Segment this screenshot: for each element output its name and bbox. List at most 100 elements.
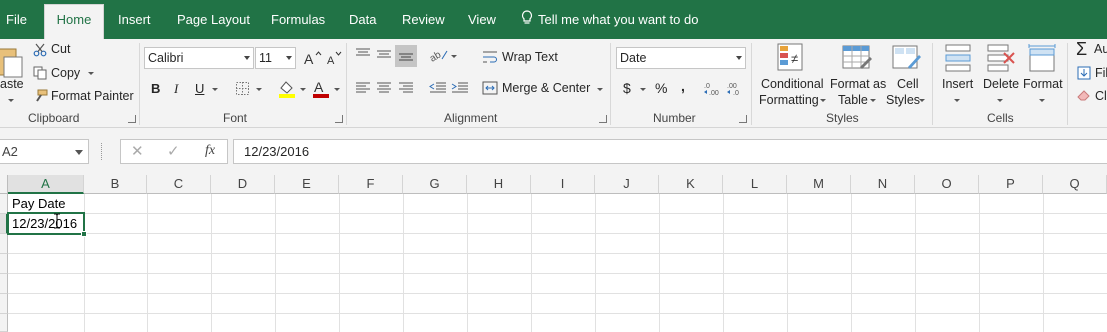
currency-dropdown-icon[interactable] <box>640 88 646 91</box>
align-top-icon[interactable] <box>355 47 371 64</box>
worksheet-grid[interactable]: A B C D E F G H I J K L M N O P Q Pay Da… <box>0 175 1107 332</box>
font-color-dropdown-icon[interactable] <box>334 88 340 91</box>
insert-cells-dropdown-icon[interactable] <box>954 99 960 102</box>
row-header-1[interactable] <box>0 194 8 214</box>
tab-file[interactable]: File <box>6 5 27 35</box>
column-header-f[interactable]: F <box>339 175 403 194</box>
format-painter-button[interactable]: Format Painter <box>51 89 134 103</box>
decrease-indent-icon[interactable] <box>429 81 447 98</box>
column-header-p[interactable]: P <box>979 175 1043 194</box>
align-center-icon[interactable] <box>376 81 392 98</box>
copy-button[interactable]: Copy <box>51 66 80 80</box>
copy-dropdown-icon[interactable] <box>88 72 94 75</box>
format-as-table-dropdown-icon[interactable] <box>870 99 876 102</box>
tab-home[interactable]: Home <box>44 4 104 39</box>
increase-indent-icon[interactable] <box>451 81 469 98</box>
fill-color-dropdown-icon[interactable] <box>300 88 306 91</box>
wrap-text-button[interactable]: Wrap Text <box>502 50 558 64</box>
increase-decimal-icon[interactable]: .0.00 <box>704 80 722 99</box>
column-header-e[interactable]: E <box>275 175 339 194</box>
tab-view[interactable]: View <box>468 5 496 35</box>
column-header-n[interactable]: N <box>851 175 915 194</box>
paste-dropdown-icon[interactable] <box>8 99 14 102</box>
font-color-icon[interactable]: A <box>312 79 330 102</box>
align-bottom-icon[interactable] <box>398 47 414 66</box>
name-box[interactable]: A2 <box>0 139 89 164</box>
borders-dropdown-icon[interactable] <box>256 88 262 91</box>
increase-font-size-icon[interactable]: A <box>303 50 323 69</box>
cell-styles-dropdown-icon[interactable] <box>919 99 925 102</box>
fill-down-icon[interactable] <box>1077 66 1091 83</box>
bold-button[interactable]: B <box>151 81 160 96</box>
cell-styles-label-1[interactable]: Cell <box>897 77 919 91</box>
tab-insert[interactable]: Insert <box>118 5 151 35</box>
tab-review[interactable]: Review <box>402 5 445 35</box>
underline-button[interactable]: U <box>195 81 204 96</box>
column-header-m[interactable]: M <box>787 175 851 194</box>
column-header-g[interactable]: G <box>403 175 467 194</box>
underline-dropdown-icon[interactable] <box>212 88 218 91</box>
column-header-a[interactable]: A <box>8 175 84 194</box>
eraser-icon[interactable] <box>1077 89 1091 104</box>
formula-bar-grip[interactable] <box>101 143 104 160</box>
merge-dropdown-icon[interactable] <box>597 88 603 91</box>
font-name-select[interactable]: Calibri <box>144 47 254 69</box>
tab-formulas[interactable]: Formulas <box>271 5 325 35</box>
merge-center-button[interactable]: Merge & Center <box>502 81 590 95</box>
align-right-icon[interactable] <box>398 81 414 98</box>
cell-styles-label-2[interactable]: Styles <box>886 93 920 107</box>
decrease-decimal-icon[interactable]: .00.0 <box>727 80 745 99</box>
conditional-formatting-label-2[interactable]: Formatting <box>759 93 819 107</box>
row-header-7[interactable] <box>0 314 8 332</box>
row-header-4[interactable] <box>0 254 8 274</box>
paste-button-label[interactable]: aste <box>0 77 24 91</box>
column-header-l[interactable]: L <box>723 175 787 194</box>
column-header-q[interactable]: Q <box>1043 175 1107 194</box>
format-as-table-label-1[interactable]: Format as <box>830 77 886 91</box>
fill-color-icon[interactable] <box>278 79 296 102</box>
column-header-b[interactable]: B <box>84 175 147 194</box>
chevron-down-icon[interactable] <box>75 150 83 155</box>
orientation-dropdown-icon[interactable] <box>451 55 457 58</box>
font-size-select[interactable]: 11 <box>255 47 296 69</box>
fill-label[interactable]: Fil <box>1095 66 1107 80</box>
borders-icon[interactable] <box>235 81 251 100</box>
cancel-entry-icon[interactable]: ✕ <box>131 142 144 160</box>
column-header-c[interactable]: C <box>147 175 211 194</box>
align-middle-icon[interactable] <box>376 47 392 64</box>
conditional-formatting-label-1[interactable]: Conditional <box>761 77 824 91</box>
tab-data[interactable]: Data <box>349 5 376 35</box>
currency-button[interactable]: $ <box>623 80 631 96</box>
clear-label[interactable]: Cl <box>1095 89 1107 103</box>
column-header-o[interactable]: O <box>915 175 979 194</box>
alignment-launcher-icon[interactable] <box>599 115 607 123</box>
column-header-i[interactable]: I <box>531 175 595 194</box>
row-header-3[interactable] <box>0 234 8 254</box>
select-all-corner[interactable] <box>0 175 8 194</box>
row-header-6[interactable] <box>0 294 8 314</box>
column-header-h[interactable]: H <box>467 175 531 194</box>
decrease-font-size-icon[interactable]: A <box>326 50 346 69</box>
column-header-d[interactable]: D <box>211 175 275 194</box>
format-cells-dropdown-icon[interactable] <box>1039 99 1045 102</box>
tell-me-search[interactable]: Tell me what you want to do <box>521 5 698 35</box>
comma-style-button[interactable]: , <box>681 78 685 94</box>
font-launcher-icon[interactable] <box>335 115 343 123</box>
delete-cells-dropdown-icon[interactable] <box>997 99 1003 102</box>
format-as-table-label-2[interactable]: Table <box>838 93 868 107</box>
fill-handle[interactable] <box>81 231 87 237</box>
autosum-label[interactable]: Au <box>1094 42 1107 56</box>
delete-cells-button[interactable]: Delete <box>983 77 1019 91</box>
tab-page-layout[interactable]: Page Layout <box>177 5 250 35</box>
italic-button[interactable]: I <box>174 81 178 97</box>
enter-entry-icon[interactable]: ✓ <box>167 142 180 160</box>
align-left-icon[interactable] <box>355 81 371 98</box>
clipboard-launcher-icon[interactable] <box>128 115 136 123</box>
column-header-k[interactable]: K <box>659 175 723 194</box>
number-format-select[interactable]: Date <box>616 47 746 69</box>
percent-button[interactable]: % <box>655 80 667 96</box>
row-header-5[interactable] <box>0 274 8 294</box>
number-launcher-icon[interactable] <box>739 115 747 123</box>
orientation-icon[interactable]: ab <box>428 47 449 66</box>
conditional-formatting-dropdown-icon[interactable] <box>820 99 826 102</box>
